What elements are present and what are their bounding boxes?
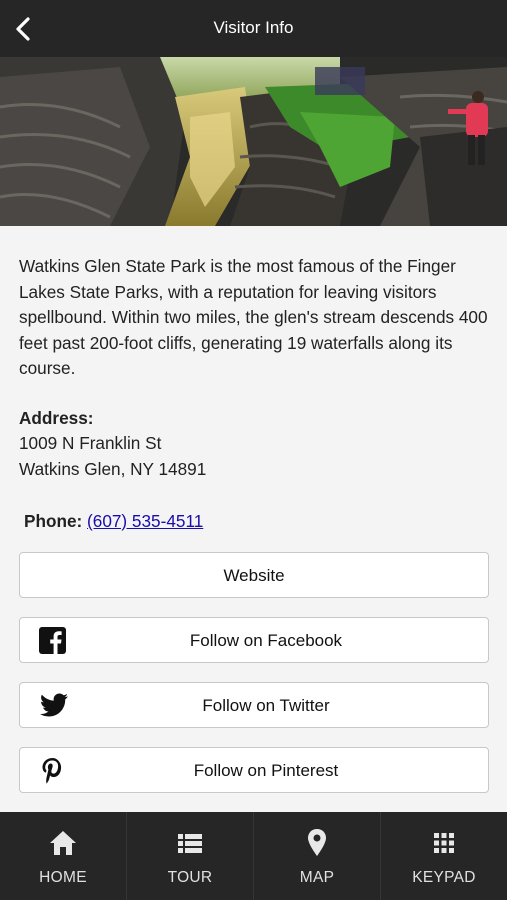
- park-description: Watkins Glen State Park is the most famo…: [19, 256, 488, 379]
- twitter-button-label: Follow on Twitter: [202, 696, 330, 715]
- tab-keypad-label: KEYPAD: [412, 869, 476, 886]
- facebook-button[interactable]: Follow on Facebook: [19, 617, 489, 663]
- tab-home-label: HOME: [39, 869, 87, 886]
- tab-keypad[interactable]: KEYPAD: [381, 812, 507, 900]
- tab-home[interactable]: HOME: [0, 812, 127, 900]
- address-street: 1009 N Franklin St: [19, 433, 162, 453]
- hero-image: [0, 57, 507, 226]
- tab-map-label: MAP: [299, 869, 335, 886]
- pinterest-button[interactable]: Follow on Pinterest: [19, 747, 489, 793]
- visitor-info-content: Watkins Glen State Park is the most famo…: [0, 226, 507, 812]
- address-city: Watkins Glen, NY 14891: [19, 459, 207, 479]
- top-nav-bar: Visitor Info: [0, 0, 507, 57]
- phone-row: Phone: (607) 535-4511: [24, 511, 203, 532]
- twitter-button[interactable]: Follow on Twitter: [19, 682, 489, 728]
- tab-tour-label: TOUR: [167, 869, 213, 886]
- phone-label: Phone:: [24, 511, 83, 531]
- website-button[interactable]: Website: [19, 552, 489, 598]
- page-title: Visitor Info: [213, 18, 294, 37]
- website-button-label: Website: [223, 566, 285, 585]
- list-icon: [175, 828, 205, 858]
- bottom-tab-bar: HOME TOUR MAP KEYPAD: [0, 812, 507, 900]
- keypad-icon: [429, 828, 459, 858]
- map-pin-icon: [302, 828, 332, 858]
- phone-link[interactable]: (607) 535-4511: [87, 511, 203, 531]
- address-label: Address:: [19, 408, 94, 428]
- facebook-button-label: Follow on Facebook: [189, 631, 343, 650]
- pinterest-button-label: Follow on Pinterest: [193, 761, 339, 780]
- home-icon: [48, 828, 78, 858]
- tab-map[interactable]: MAP: [254, 812, 381, 900]
- tab-tour[interactable]: TOUR: [127, 812, 254, 900]
